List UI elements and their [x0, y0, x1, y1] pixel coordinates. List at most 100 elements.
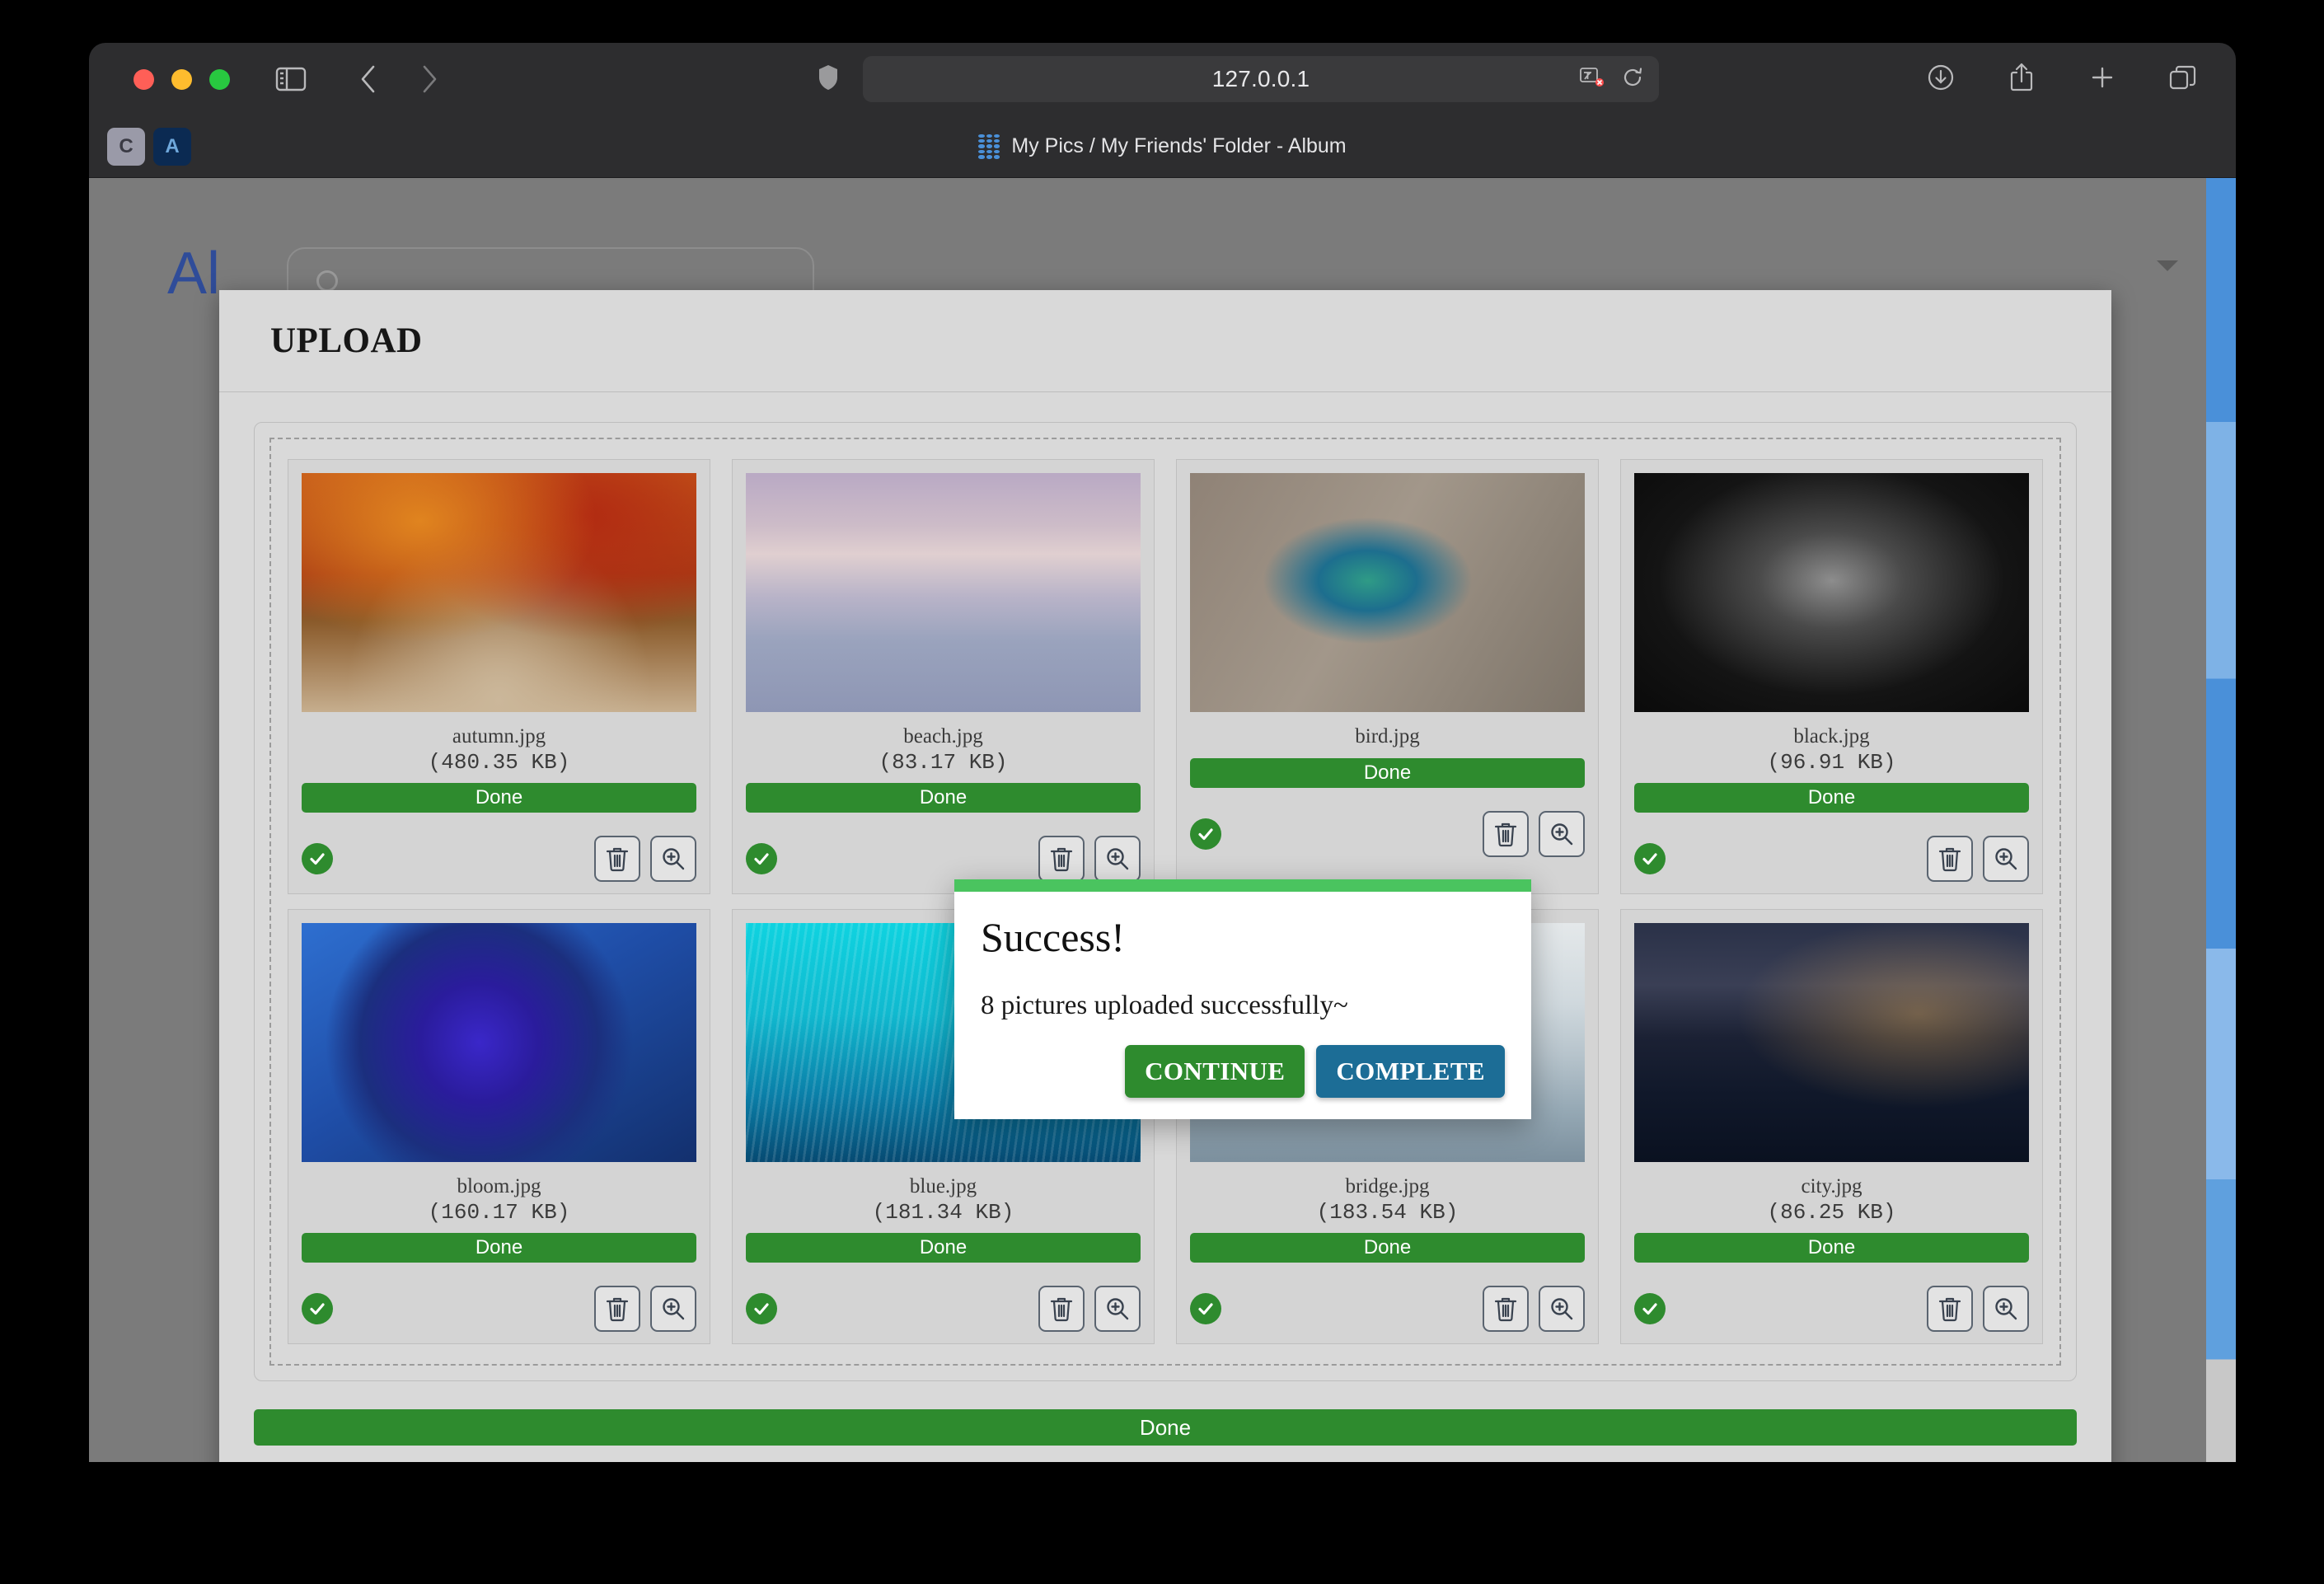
success-check-icon [746, 843, 777, 874]
sidebar-icon[interactable] [271, 59, 311, 99]
file-size: (181.34 KB) [872, 1200, 1014, 1225]
file-card-footer [302, 836, 696, 882]
file-size: (83.17 KB) [879, 750, 1008, 775]
file-progress-bar: Done [1190, 758, 1585, 788]
dialog-actions: CONTINUE COMPLETE [1125, 1045, 1505, 1098]
file-progress-bar: Done [746, 783, 1141, 813]
file-thumbnail [302, 473, 696, 712]
file-thumbnail [1634, 473, 2029, 712]
preview-file-button[interactable] [1094, 1286, 1141, 1332]
page-title: UPLOAD [270, 321, 423, 360]
preview-file-button[interactable] [1539, 1286, 1585, 1332]
delete-file-button[interactable] [1038, 1286, 1085, 1332]
decorative-side-strip [2206, 178, 2236, 1462]
reload-icon[interactable] [1621, 66, 1644, 93]
translate-icon[interactable] [1580, 67, 1605, 92]
success-check-icon [746, 1293, 777, 1324]
preview-file-button[interactable] [1094, 836, 1141, 882]
maximize-window-button[interactable] [209, 68, 230, 90]
delete-file-button[interactable] [1927, 1286, 1973, 1332]
preview-file-button[interactable] [650, 1286, 696, 1332]
file-card-footer [1190, 1286, 1585, 1332]
file-actions [1038, 1286, 1141, 1332]
file-size: (183.54 KB) [1316, 1200, 1459, 1225]
upload-modal: UPLOAD autumn.jpg (480.35 KB) Done beach… [219, 290, 2111, 1462]
back-icon[interactable] [349, 59, 388, 99]
chevron-down-icon[interactable] [2157, 260, 2178, 271]
close-window-button[interactable] [134, 68, 154, 90]
success-check-icon [1634, 1293, 1666, 1324]
file-actions [1483, 1286, 1585, 1332]
downloads-icon[interactable] [1921, 58, 1961, 97]
page-content: Al UPLOAD autumn.jpg (480.35 KB) Done be… [89, 178, 2236, 1462]
file-actions [594, 1286, 696, 1332]
success-check-icon [1190, 818, 1221, 850]
delete-file-button[interactable] [1483, 1286, 1529, 1332]
dialog-message: 8 pictures uploaded successfully~ [981, 991, 1348, 1020]
url-text: 127.0.0.1 [1211, 66, 1310, 91]
file-thumbnail [746, 473, 1141, 712]
upload-modal-header: UPLOAD [219, 290, 2111, 392]
file-size: (480.35 KB) [428, 750, 570, 775]
address-bar-area: 127.0.0.1 [818, 56, 1659, 102]
new-tab-icon[interactable] [2083, 58, 2122, 97]
file-name: bloom.jpg [457, 1175, 541, 1197]
file-card-footer [302, 1286, 696, 1332]
file-name: autumn.jpg [452, 725, 546, 747]
pinned-tab-c[interactable]: C [107, 127, 145, 166]
file-card: bloom.jpg (160.17 KB) Done [288, 909, 710, 1344]
tab-title: My Pics / My Friends' Folder - Album [1011, 134, 1347, 157]
file-name: black.jpg [1793, 725, 1870, 747]
tab-overview-icon[interactable] [2163, 58, 2203, 97]
file-card: beach.jpg (83.17 KB) Done [732, 459, 1155, 894]
delete-file-button[interactable] [1483, 811, 1529, 857]
file-card-footer [746, 1286, 1141, 1332]
preview-file-button[interactable] [1983, 1286, 2029, 1332]
url-bar[interactable]: 127.0.0.1 [863, 56, 1659, 102]
file-thumbnail [302, 923, 696, 1162]
preview-file-button[interactable] [1539, 811, 1585, 857]
minimize-window-button[interactable] [171, 68, 192, 90]
active-tab[interactable]: My Pics / My Friends' Folder - Album [89, 134, 2236, 159]
app-logo: Al [167, 241, 221, 307]
overall-progress-bar: Done [254, 1409, 2077, 1446]
pinned-tab-album[interactable]: A [153, 127, 191, 166]
file-thumbnail [1190, 473, 1585, 712]
traffic-lights [134, 68, 230, 90]
dialog-accent-bar [954, 879, 1531, 892]
file-card: bird.jpg Done [1176, 459, 1599, 894]
file-actions [1927, 1286, 2029, 1332]
forward-icon[interactable] [410, 59, 449, 99]
preview-file-button[interactable] [1983, 836, 2029, 882]
file-card-footer [1634, 1286, 2029, 1332]
delete-file-button[interactable] [594, 1286, 640, 1332]
nav-buttons [349, 59, 449, 99]
success-check-icon [1634, 843, 1666, 874]
file-name: bridge.jpg [1345, 1175, 1430, 1197]
shield-icon[interactable] [818, 64, 838, 95]
file-name: city.jpg [1801, 1175, 1862, 1197]
file-card-footer [746, 836, 1141, 882]
browser-window: 127.0.0.1 C A My Pics / My Friends' Fold… [89, 43, 2236, 1462]
delete-file-button[interactable] [1927, 836, 1973, 882]
search-icon [316, 270, 338, 292]
file-progress-bar: Done [302, 1233, 696, 1263]
file-name: bird.jpg [1355, 725, 1420, 747]
file-size: (86.25 KB) [1767, 1200, 1896, 1225]
success-dialog: Success! 8 pictures uploaded successfull… [954, 879, 1531, 1119]
file-card: autumn.jpg (480.35 KB) Done [288, 459, 710, 894]
file-actions [594, 836, 696, 882]
dialog-content: Success! 8 pictures uploaded successfull… [954, 892, 1531, 1119]
file-card-footer [1634, 836, 2029, 882]
file-actions [1038, 836, 1141, 882]
delete-file-button[interactable] [1038, 836, 1085, 882]
file-progress-bar: Done [746, 1233, 1141, 1263]
preview-file-button[interactable] [650, 836, 696, 882]
file-name: beach.jpg [903, 725, 983, 747]
share-icon[interactable] [2002, 58, 2041, 97]
complete-button[interactable]: COMPLETE [1316, 1045, 1505, 1098]
continue-button[interactable]: CONTINUE [1125, 1045, 1305, 1098]
file-progress-bar: Done [1634, 783, 2029, 813]
delete-file-button[interactable] [594, 836, 640, 882]
file-size: (160.17 KB) [428, 1200, 570, 1225]
